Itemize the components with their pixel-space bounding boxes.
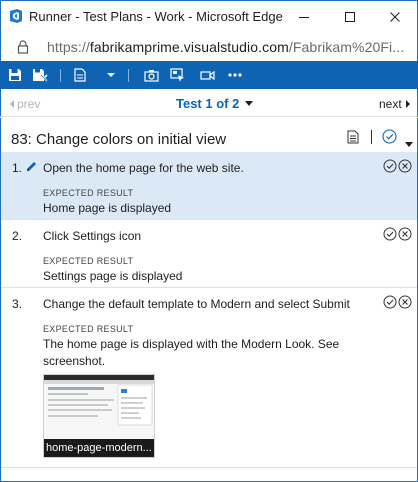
window-title-bar: Runner - Test Plans - Work - Microsoft E… <box>0 0 418 33</box>
capture-user-actions-button[interactable] <box>166 61 188 89</box>
url-host: fabrikamprime.visualstudio.com <box>89 39 289 55</box>
expected-result-label: EXPECTED RESULT <box>43 188 134 198</box>
test-step-row[interactable]: 2. Click Settings icon EXPECTED RESULT S… <box>1 220 417 288</box>
caret-down-icon <box>405 142 413 147</box>
capture-screenshot-button[interactable] <box>140 61 162 89</box>
header-divider <box>371 130 372 144</box>
bug-options-dropdown[interactable] <box>102 61 120 89</box>
test-step-row[interactable]: 3. Change the default template to Modern… <box>1 288 417 468</box>
expected-result-text: Settings page is displayed <box>43 269 183 283</box>
url-text[interactable]: https://fabrikamprime.visualstudio.com/F… <box>47 39 404 55</box>
close-button[interactable] <box>372 1 418 33</box>
next-link[interactable]: next <box>379 97 411 111</box>
test-case-title: 83: Change colors on initial view <box>11 131 227 148</box>
document-icon <box>347 130 359 144</box>
test-steps-list: 1. Open the home page for the web site. … <box>0 152 418 482</box>
step-action: Open the home page for the web site. <box>43 161 244 175</box>
step-outcome-buttons <box>383 295 412 309</box>
step-number: 1. <box>12 161 23 175</box>
pass-step-icon[interactable] <box>383 295 397 309</box>
fail-step-icon[interactable] <box>398 227 412 241</box>
pass-circle-icon <box>382 129 397 144</box>
step-action: Click Settings icon <box>43 229 142 243</box>
test-step-row[interactable]: 1. Open the home page for the web site. … <box>1 152 417 220</box>
pass-step-icon[interactable] <box>383 227 397 241</box>
save-and-close-icon <box>33 69 48 82</box>
address-bar[interactable]: https://fabrikamprime.visualstudio.com/F… <box>0 33 418 61</box>
url-path: /Fabrikam%20Fi... <box>288 39 405 55</box>
more-options-icon <box>228 73 242 77</box>
minimize-button[interactable] <box>281 1 327 33</box>
maximize-button[interactable] <box>327 1 373 33</box>
test-navigation: prev Test 1 of 2 next <box>0 89 418 117</box>
more-options-button[interactable] <box>223 61 247 89</box>
step-outcome-buttons <box>383 159 412 173</box>
runner-toolbar <box>0 61 418 89</box>
toolbar-divider <box>60 69 61 82</box>
expected-result-text: Home page is displayed <box>43 201 172 215</box>
lock-icon <box>17 40 29 59</box>
close-icon <box>390 12 400 22</box>
step-number: 3. <box>12 297 23 311</box>
edit-pencil-icon <box>25 160 38 178</box>
attachment-name: home-page-modern... <box>44 439 154 457</box>
azure-test-plans-app-icon <box>8 8 24 24</box>
expected-result-label: EXPECTED RESULT <box>43 324 134 334</box>
record-screen-icon <box>199 70 215 80</box>
pass-step-icon[interactable] <box>383 159 397 173</box>
attachment-thumbnail[interactable]: home-page-modern... <box>43 374 155 458</box>
chevron-left-icon <box>10 100 14 108</box>
prev-link[interactable]: prev <box>9 97 40 111</box>
test-selector-label: Test 1 of 2 <box>176 96 240 111</box>
save-button[interactable] <box>4 61 26 89</box>
chevron-right-icon <box>405 100 410 108</box>
save-icon <box>9 69 21 81</box>
new-bug-icon <box>74 68 86 82</box>
maximize-icon <box>345 12 355 22</box>
url-scheme: https:// <box>47 39 90 55</box>
new-bug-button[interactable] <box>70 61 90 89</box>
step-action: Change the default template to Modern an… <box>43 297 350 311</box>
dropdown-arrow-icon <box>107 73 115 77</box>
test-selector[interactable]: Test 1 of 2 <box>176 96 253 111</box>
prev-label: prev <box>17 97 41 111</box>
screenshot-preview-image <box>44 375 154 441</box>
window-title: Runner - Test Plans - Work - Microsoft E… <box>29 9 283 24</box>
capture-screenshot-icon <box>143 69 159 82</box>
save-and-close-button[interactable] <box>28 61 52 89</box>
expected-result-label: EXPECTED RESULT <box>43 256 134 266</box>
next-label: next <box>379 97 402 111</box>
record-screen-button[interactable] <box>196 61 218 89</box>
fail-step-icon[interactable] <box>398 159 412 173</box>
fail-step-icon[interactable] <box>398 295 412 309</box>
minimize-icon <box>299 17 309 18</box>
test-case-header: 83: Change colors on initial view <box>0 118 418 152</box>
test-case-details-button[interactable] <box>347 130 359 149</box>
expected-result-text: The home page is displayed with the Mode… <box>43 337 340 368</box>
toolbar-divider <box>128 69 129 82</box>
caret-down-icon <box>244 101 253 106</box>
test-outcome-button[interactable] <box>382 129 397 149</box>
step-number: 2. <box>12 229 23 243</box>
capture-user-actions-icon <box>169 68 184 82</box>
step-outcome-buttons <box>383 227 412 241</box>
outcome-dropdown[interactable] <box>405 134 413 152</box>
